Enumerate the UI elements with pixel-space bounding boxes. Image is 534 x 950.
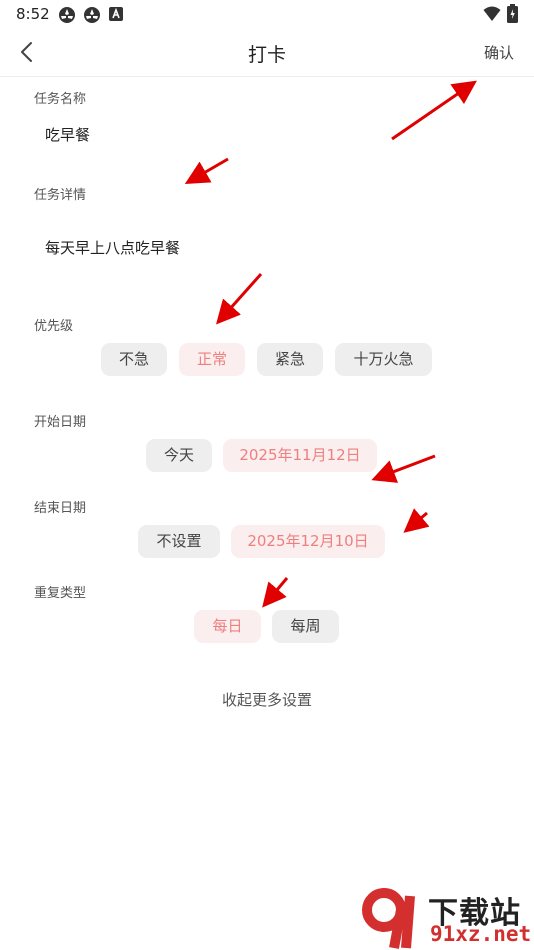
91-logo-icon: [362, 888, 415, 949]
annotation-arrow: [391, 80, 477, 141]
annotation-arrow: [262, 577, 289, 608]
annotation-arrow: [216, 273, 263, 325]
watermark-url: 91xz.net: [430, 922, 532, 946]
annotation-arrow: [403, 508, 430, 533]
watermark: 下载站 91xz.net: [362, 886, 534, 950]
annotation-arrow: [371, 454, 436, 483]
annotation-arrow: [184, 157, 229, 185]
annotation-arrows: [184, 80, 477, 608]
